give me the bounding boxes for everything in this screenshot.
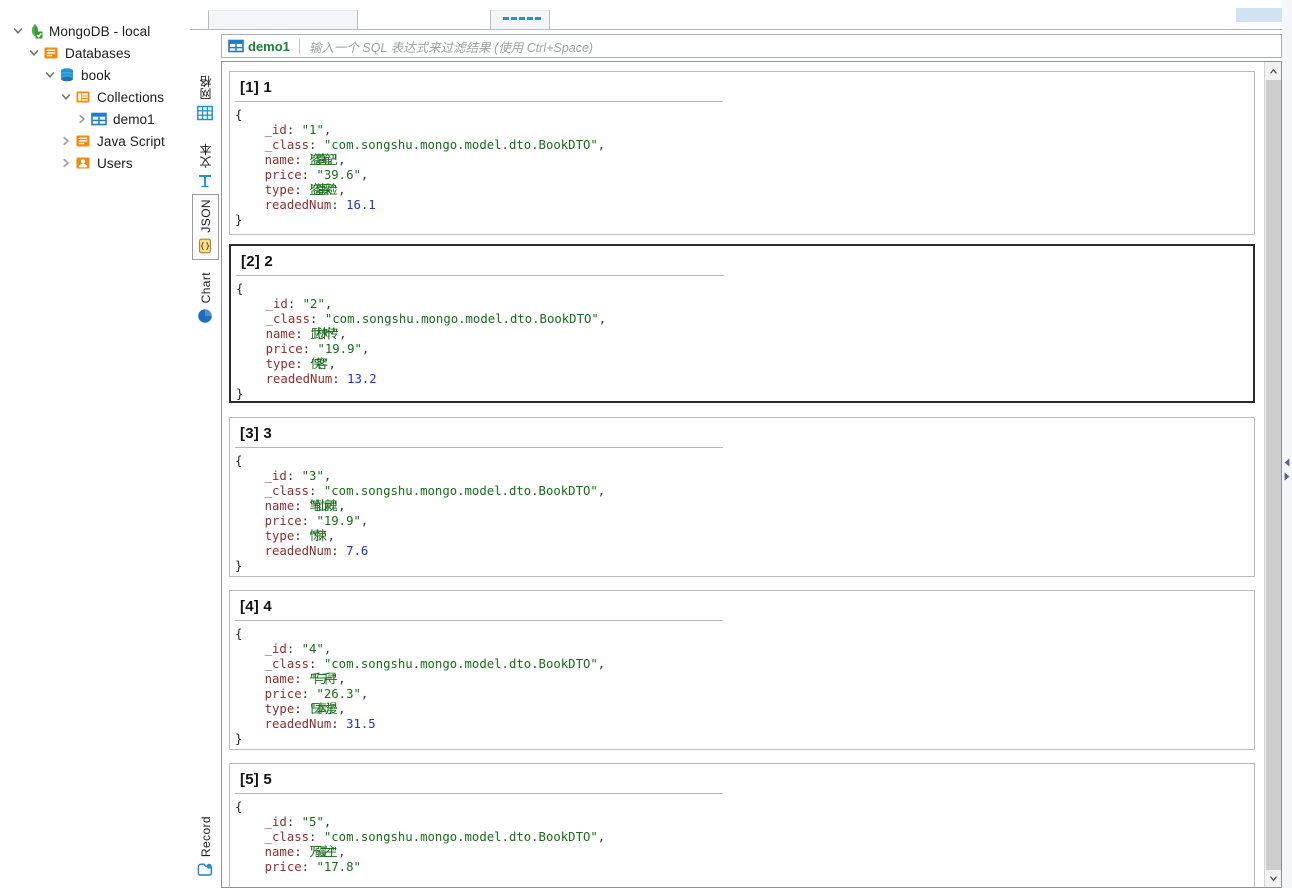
json-record-list: [1] 1{ _id: "1", _class: "com.songshu.mo… [222,62,1264,887]
json-record-body[interactable]: { _id: "1", _class: "com.songshu.mongo.m… [230,102,1254,228]
presentation-tab-strip[interactable]: 网格文本 JSON Chart Record [190,61,221,888]
collection-table-icon [90,111,108,127]
javascript-folder-icon [74,133,92,149]
chevron-right-icon[interactable] [58,155,74,171]
panel-collapse-gutter[interactable] [1282,0,1292,888]
scroll-thumb[interactable] [1266,80,1281,880]
json-record-body[interactable]: { _id: "5", _class: "com.songshu.mongo.m… [230,794,1254,875]
tree-node-databases[interactable]: Databases [0,42,190,64]
tree-node-label: Java Script [97,133,165,149]
databases-folder-icon [42,45,60,61]
filter-separator [298,38,300,54]
grid-icon [197,105,214,122]
result-viewer-panel: demo1 输入一个 SQL 表达式来过滤结果 (使用 Ctrl+Space) … [190,0,1292,888]
record-index-label: [3] [240,425,259,442]
record-title: 3 [263,425,272,442]
record-tab-label: Record [198,815,213,857]
chevron-right-icon[interactable] [58,133,74,149]
tree-node-label: demo1 [113,111,155,127]
chevron-down-icon[interactable] [10,23,26,39]
scroll-up-arrow-button[interactable] [1265,62,1281,79]
collection-table-icon [228,39,244,53]
chevron-down-icon[interactable] [26,45,42,61]
chevron-right-icon[interactable] [74,111,90,127]
record-index-label: [1] [240,79,259,96]
tree-node-label: Databases [65,45,131,61]
tab-dashes-icon [503,17,541,20]
record-title: 4 [263,598,272,615]
record-icon [197,862,214,879]
collections-icon [74,89,92,105]
gutter-strip [1282,0,1292,888]
json-record-body[interactable]: { _id: "4", _class: "com.songshu.mongo.m… [230,621,1254,747]
triangle-right-icon[interactable] [1283,471,1291,481]
presentation-tab-网格[interactable]: 网格 [192,71,219,126]
json-record-body[interactable]: { _id: "2", _class: "com.songshu.mongo.m… [231,276,1253,402]
chevron-down-icon[interactable] [42,67,58,83]
json-record-header: [5] 5 [230,770,1254,793]
record-title: 1 [263,79,272,96]
json-record-panel[interactable]: [2] 2{ _id: "2", _class: "com.songshu.mo… [229,244,1255,403]
record-index-label: [4] [240,598,259,615]
database-client-window: MongoDB - local Databases book Collections d… [0,0,1292,888]
tree-node-label: book [81,67,111,83]
presentation-tab-文本[interactable]: 文本 [192,139,219,194]
json-record-panel[interactable]: [5] 5{ _id: "5", _class: "com.songshu.mo… [229,763,1255,887]
record-index-label: [2] [241,253,260,270]
presentation-tab-label: 网格 [199,75,213,100]
json-record-body[interactable]: { _id: "3", _class: "com.songshu.mongo.m… [230,448,1254,574]
filter-placeholder-text[interactable]: 输入一个 SQL 表达式来过滤结果 (使用 Ctrl+Space) [309,37,593,56]
record-title: 5 [263,771,272,788]
database-navigator-tree[interactable]: MongoDB - local Databases book Collections d… [0,0,190,888]
presentation-tab-json[interactable]: JSON [192,194,219,260]
mongodb-leaf-icon [26,23,44,39]
tree-node-mongodb-local[interactable]: MongoDB - local [0,20,190,42]
chart-pie-icon [197,308,214,325]
tree-node-label: Collections [97,89,165,105]
json-record-panel[interactable]: [4] 4{ _id: "4", _class: "com.songshu.mo… [229,590,1255,750]
scroll-down-arrow-button[interactable] [1265,870,1281,887]
editor-tab-active[interactable] [490,10,550,29]
presentation-tab-record[interactable]: Record [192,812,219,883]
text-icon [197,173,214,190]
filter-source-name: demo1 [248,38,290,54]
viewer-vertical-scrollbar[interactable] [1264,62,1281,887]
json-record-header: [3] 3 [230,424,1254,447]
chevron-down-icon[interactable] [58,89,74,105]
tree-node-java-script[interactable]: Java Script [0,130,190,152]
tree-node-book[interactable]: book [0,64,190,86]
json-record-header: [4] 4 [230,597,1254,620]
editor-tab-left[interactable] [208,10,358,29]
tree-node-label: MongoDB - local [49,23,151,39]
json-record-panel[interactable]: [1] 1{ _id: "1", _class: "com.songshu.mo… [229,71,1255,235]
json-record-panel[interactable]: [3] 3{ _id: "3", _class: "com.songshu.mo… [229,417,1255,577]
tree-node-label: Users [97,155,133,171]
record-index-label: [5] [240,771,259,788]
result-filter-box[interactable]: demo1 输入一个 SQL 表达式来过滤结果 (使用 Ctrl+Space) [221,34,1282,58]
tree-node-collections[interactable]: Collections [0,86,190,108]
database-icon [58,67,76,83]
presentation-tab-label: Chart [198,272,213,304]
tree-node-users[interactable]: Users [0,152,190,174]
json-result-viewer[interactable]: [1] 1{ _id: "1", _class: "com.songshu.mo… [221,61,1282,888]
json-record-header: [1] 1 [230,78,1254,101]
presentation-tab-label: JSON [198,199,213,233]
editor-tab-strip[interactable] [190,0,1292,30]
triangle-left-icon[interactable] [1283,457,1291,467]
tree-node-demo1[interactable]: demo1 [0,108,190,130]
filter-toolbar: demo1 输入一个 SQL 表达式来过滤结果 (使用 Ctrl+Space) [190,31,1292,61]
presentation-tab-label: 文本 [199,143,213,168]
json-icon [197,238,214,255]
users-icon [74,155,92,171]
json-record-header: [2] 2 [231,252,1253,275]
record-title: 2 [264,253,273,270]
presentation-tab-chart[interactable]: Chart [192,268,219,329]
tab-strip-divider [190,29,1292,30]
